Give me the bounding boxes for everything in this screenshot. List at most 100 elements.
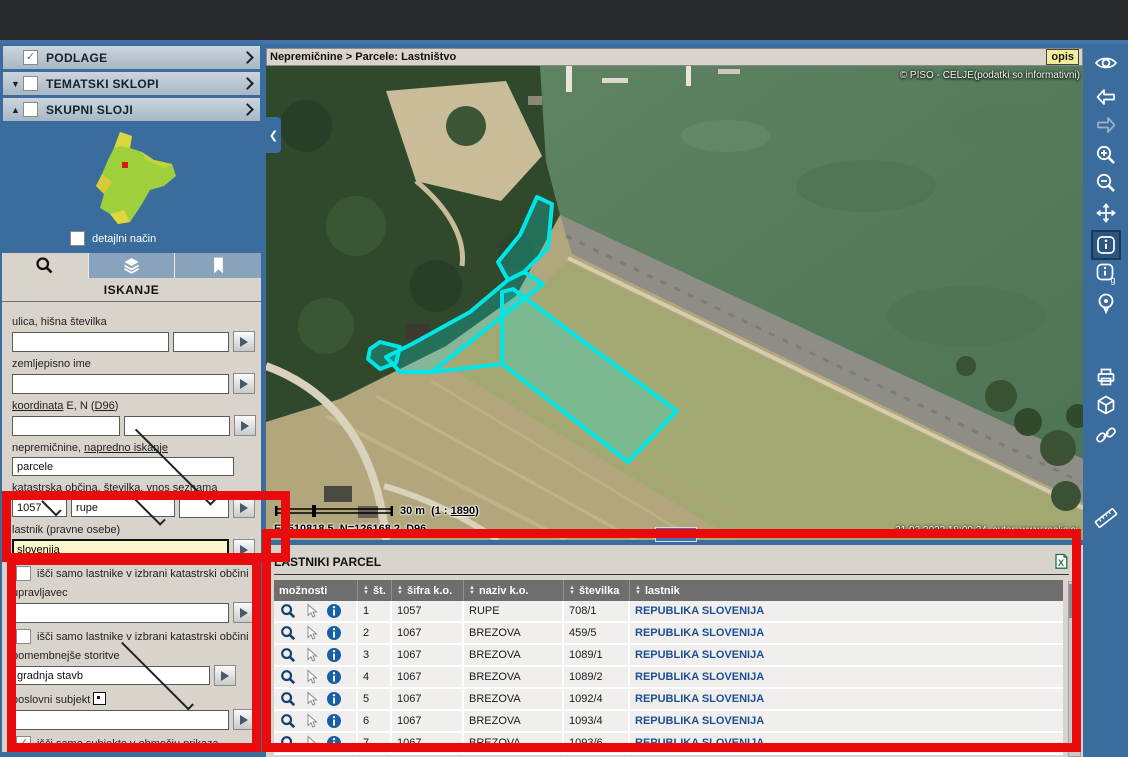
owner-input[interactable] [12,539,229,560]
view-3d-icon[interactable] [1093,392,1119,418]
measure-icon[interactable] [1093,505,1119,531]
cadastral-search-button[interactable] [233,497,255,518]
parcel-info-icon[interactable] [325,691,343,707]
zoom-to-parcel-icon[interactable] [279,691,297,707]
manager-search-button[interactable] [233,602,255,623]
results-collapse-tab[interactable]: ▾ [655,527,697,542]
manager-filter-checkbox[interactable] [16,629,31,644]
zoom-to-parcel-icon[interactable] [279,713,297,729]
overview-map[interactable] [80,130,190,228]
select-parcel-icon[interactable] [302,735,320,751]
scale-ratio: (1 : 1890) [431,505,479,517]
tab-search[interactable] [2,253,89,278]
realestate-type-select[interactable]: parcele [12,457,234,476]
select-parcel-icon[interactable] [302,603,320,619]
accordion-skupni-sloji[interactable]: ▲ SKUPNI SLOJI [3,98,260,121]
parcel-number: 1093/6 [564,733,630,753]
street-search-button[interactable] [233,331,255,352]
ko-name: BREZOVA [464,645,564,665]
owner-link[interactable]: REPUBLIKA SLOVENIJA [630,733,1063,753]
sort-icon: ▲▼ [397,586,403,596]
results-scrollbar[interactable] [1068,581,1081,757]
select-parcel-icon[interactable] [302,691,320,707]
ko-name: BREZOVA [464,689,564,709]
parcel-info-icon[interactable] [325,669,343,685]
accordion-podlage[interactable]: ✓ PODLAGE [3,46,260,69]
column-header-naziv[interactable]: ▲▼naziv k.o. [464,580,564,601]
zoom-to-parcel-icon[interactable] [279,735,297,751]
zoom-out-icon[interactable] [1093,170,1119,196]
parcel-number-input[interactable] [179,498,229,518]
coordinate-e-input[interactable] [12,416,120,436]
zoom-in-icon[interactable] [1093,142,1119,168]
pan-icon[interactable] [1093,200,1119,226]
placename-input[interactable] [12,374,229,394]
services-select[interactable]: gradnja stavb [12,666,210,685]
identify-icon[interactable] [1093,232,1119,258]
column-header-sifra[interactable]: ▲▼šifra k.o. [392,580,464,601]
scale-denominator-link[interactable]: 1890 [451,505,475,517]
column-header-lastnik[interactable]: ▲▼lastnik [630,580,1063,601]
business-search-button[interactable] [233,709,255,730]
parcel-number: 459/5 [564,623,630,643]
cadastral-code-select[interactable]: 1057 [12,498,67,517]
parcel-info-icon[interactable] [325,625,343,641]
services-search-button[interactable] [214,665,236,686]
column-header-moznosti[interactable]: možnosti [274,580,358,601]
placename-search-button[interactable] [233,373,255,394]
owner-link[interactable]: REPUBLIKA SLOVENIJA [630,623,1063,643]
sidebar-collapse-tab[interactable]: ❮ [266,117,281,153]
owner-link[interactable]: REPUBLIKA SLOVENIJA [630,711,1063,731]
cadastral-name-select[interactable]: rupe [71,498,175,517]
forward-icon[interactable] [1093,112,1119,138]
owner-link[interactable]: REPUBLIKA SLOVENIJA [630,667,1063,687]
locate-icon[interactable] [1093,290,1119,316]
column-header-stevilka[interactable]: ▲▼številka [564,580,630,601]
parcel-info-icon[interactable] [325,735,343,751]
skupni-checkbox[interactable] [23,102,38,117]
select-parcel-icon[interactable] [302,669,320,685]
map-canvas[interactable] [266,66,1083,540]
zoom-to-parcel-icon[interactable] [279,603,297,619]
parcel-info-icon[interactable] [325,713,343,729]
zoom-to-parcel-icon[interactable] [279,647,297,663]
parcel-info-icon[interactable] [325,603,343,619]
tematski-checkbox[interactable] [23,76,38,91]
manager-input[interactable] [12,603,229,623]
owner-link[interactable]: REPUBLIKA SLOVENIJA [630,645,1063,665]
select-parcel-icon[interactable] [302,713,320,729]
share-link-icon[interactable] [1093,422,1119,448]
parcel-info-icon[interactable] [325,647,343,663]
house-number-input[interactable] [173,332,229,352]
podlage-checkbox[interactable]: ✓ [23,50,38,65]
print-icon[interactable] [1093,364,1119,390]
back-icon[interactable] [1093,84,1119,110]
identify-multi-icon[interactable] [1093,260,1119,286]
sort-icon: ▲▼ [469,586,475,596]
tab-bookmarks[interactable] [175,253,261,278]
coordinate-search-button[interactable] [234,415,256,436]
select-parcel-icon[interactable] [302,625,320,641]
export-excel-icon[interactable] [1052,553,1069,570]
owner-link[interactable]: REPUBLIKA SLOVENIJA [630,689,1063,709]
tab-layers[interactable] [89,253,176,278]
owner-link[interactable]: REPUBLIKA SLOVENIJA [630,601,1063,621]
zoom-to-parcel-icon[interactable] [279,669,297,685]
owner-filter-checkbox[interactable] [16,566,31,581]
business-area-checkbox[interactable]: ✓ [16,736,31,751]
street-input[interactable] [12,332,169,352]
coordinate-link[interactable]: koordinata [12,400,63,412]
layers-icon [125,258,139,273]
zoom-to-parcel-icon[interactable] [279,625,297,641]
description-button[interactable]: opis [1046,49,1079,65]
accordion-tematski-sklopi[interactable]: ▼ TEMATSKI SKLOPI [3,72,260,95]
select-parcel-icon[interactable] [302,647,320,663]
business-input[interactable] [12,710,229,730]
detail-mode-checkbox[interactable] [70,231,85,246]
owner-search-button[interactable] [233,539,255,560]
table-row: 6 1067 BREZOVA 1093/4 REPUBLIKA SLOVENIJ… [274,711,1063,733]
scrollbar-thumb[interactable] [1069,584,1078,618]
column-header-st[interactable]: ▲▼št. [358,580,392,601]
d96-link[interactable]: D96 [95,400,115,412]
view-history-icon[interactable] [1093,50,1119,76]
